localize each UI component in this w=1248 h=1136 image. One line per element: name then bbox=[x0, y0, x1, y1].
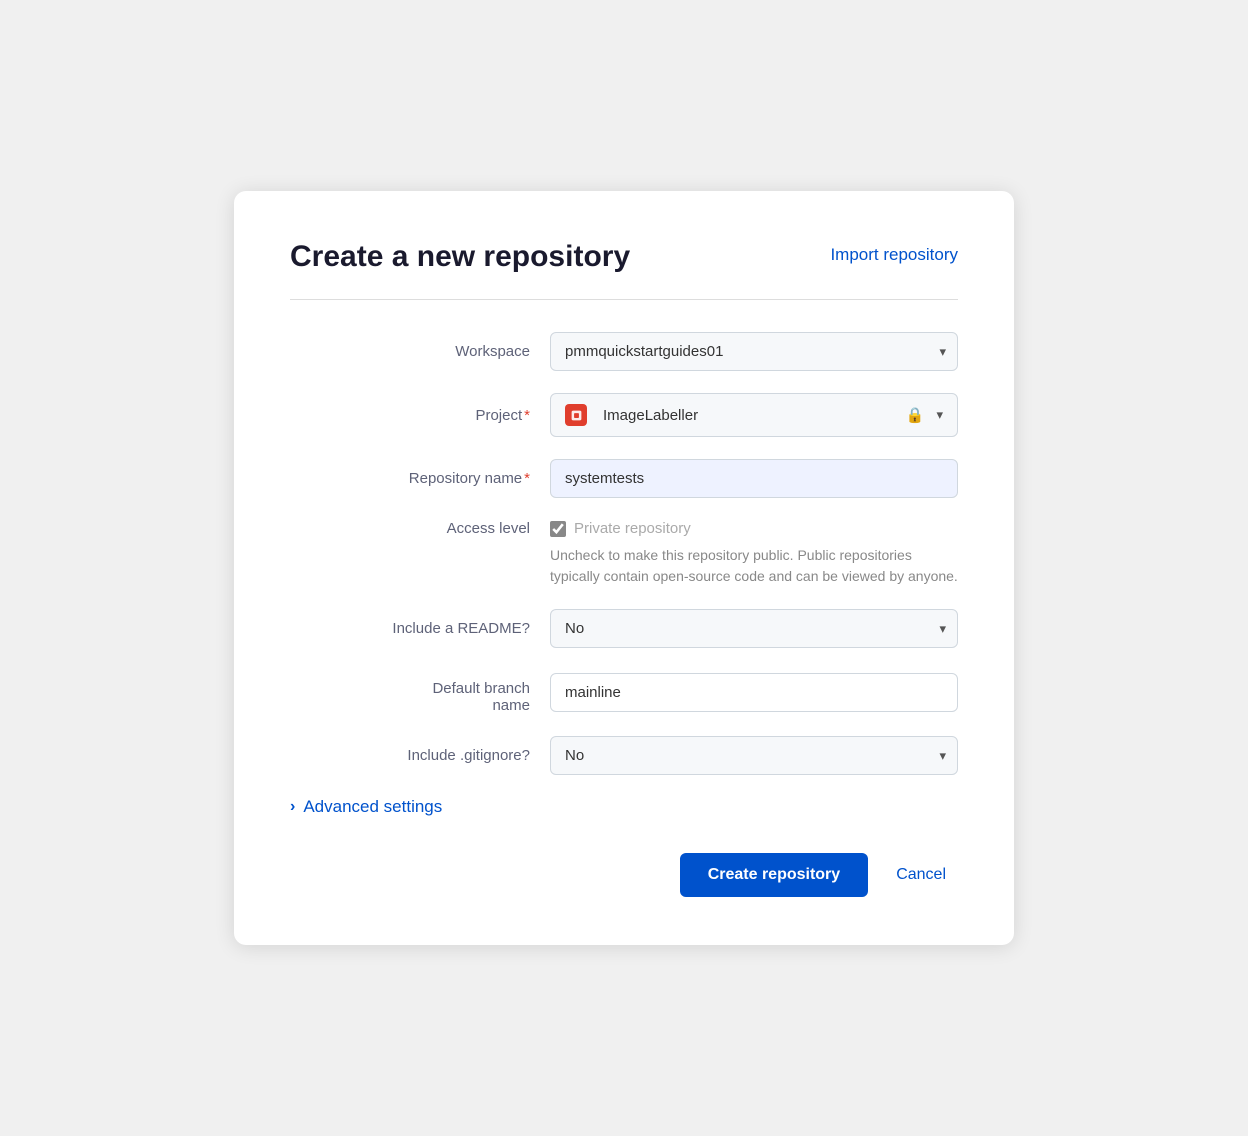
advanced-settings-row: › Advanced settings bbox=[290, 797, 958, 817]
project-control: ImageLabeller 🔒 ▾ bbox=[550, 393, 958, 437]
gitignore-select-wrapper: No Yes ▾ bbox=[550, 736, 958, 775]
access-level-checkbox-row: Private repository bbox=[550, 520, 958, 537]
repository-name-input[interactable] bbox=[550, 459, 958, 498]
readme-label: Include a README? bbox=[290, 620, 550, 637]
workspace-control: pmmquickstartguides01 ▾ bbox=[550, 332, 958, 371]
private-repository-checkbox[interactable] bbox=[550, 521, 566, 537]
repo-name-required-star: * bbox=[524, 470, 530, 487]
default-branch-label: Default branchname bbox=[290, 670, 550, 714]
gitignore-row: Include .gitignore? No Yes ▾ bbox=[290, 736, 958, 775]
workspace-row: Workspace pmmquickstartguides01 ▾ bbox=[290, 332, 958, 371]
project-lock-icon: 🔒 bbox=[906, 406, 925, 424]
project-value: ImageLabeller bbox=[603, 407, 898, 424]
advanced-settings-toggle[interactable]: Advanced settings bbox=[303, 797, 442, 817]
project-icon bbox=[565, 404, 587, 426]
workspace-select[interactable]: pmmquickstartguides01 bbox=[550, 332, 958, 371]
project-label: Project* bbox=[290, 407, 550, 424]
readme-control: No Yes ▾ bbox=[550, 609, 958, 648]
access-description: Uncheck to make this repository public. … bbox=[550, 545, 958, 587]
create-repository-button[interactable]: Create repository bbox=[680, 853, 869, 897]
create-repository-modal: Create a new repository Import repositor… bbox=[234, 191, 1014, 945]
workspace-select-wrapper: pmmquickstartguides01 ▾ bbox=[550, 332, 958, 371]
advanced-settings-chevron-icon: › bbox=[290, 798, 295, 816]
readme-select[interactable]: No Yes bbox=[550, 609, 958, 648]
access-level-control: Private repository Uncheck to make this … bbox=[550, 520, 958, 587]
modal-header: Create a new repository Import repositor… bbox=[290, 239, 958, 275]
readme-select-wrapper: No Yes ▾ bbox=[550, 609, 958, 648]
project-chevron-icon: ▾ bbox=[936, 407, 943, 423]
default-branch-control bbox=[550, 673, 958, 712]
page-title: Create a new repository bbox=[290, 239, 630, 275]
repository-name-control bbox=[550, 459, 958, 498]
import-repository-link[interactable]: Import repository bbox=[830, 245, 958, 265]
private-repository-label: Private repository bbox=[574, 520, 691, 537]
default-branch-input[interactable] bbox=[550, 673, 958, 712]
default-branch-row: Default branchname bbox=[290, 670, 958, 714]
readme-row: Include a README? No Yes ▾ bbox=[290, 609, 958, 648]
gitignore-label: Include .gitignore? bbox=[290, 747, 550, 764]
project-select-display[interactable]: ImageLabeller 🔒 ▾ bbox=[550, 393, 958, 437]
access-level-label: Access level bbox=[290, 520, 550, 537]
project-required-star: * bbox=[524, 407, 530, 424]
access-level-row: Access level Private repository Uncheck … bbox=[290, 520, 958, 587]
header-divider bbox=[290, 299, 958, 300]
repository-name-label: Repository name* bbox=[290, 470, 550, 487]
cancel-button[interactable]: Cancel bbox=[884, 853, 958, 897]
workspace-label: Workspace bbox=[290, 343, 550, 360]
form-actions: Create repository Cancel bbox=[290, 853, 958, 897]
gitignore-select[interactable]: No Yes bbox=[550, 736, 958, 775]
gitignore-control: No Yes ▾ bbox=[550, 736, 958, 775]
project-row: Project* ImageLabeller 🔒 ▾ bbox=[290, 393, 958, 437]
repository-name-row: Repository name* bbox=[290, 459, 958, 498]
